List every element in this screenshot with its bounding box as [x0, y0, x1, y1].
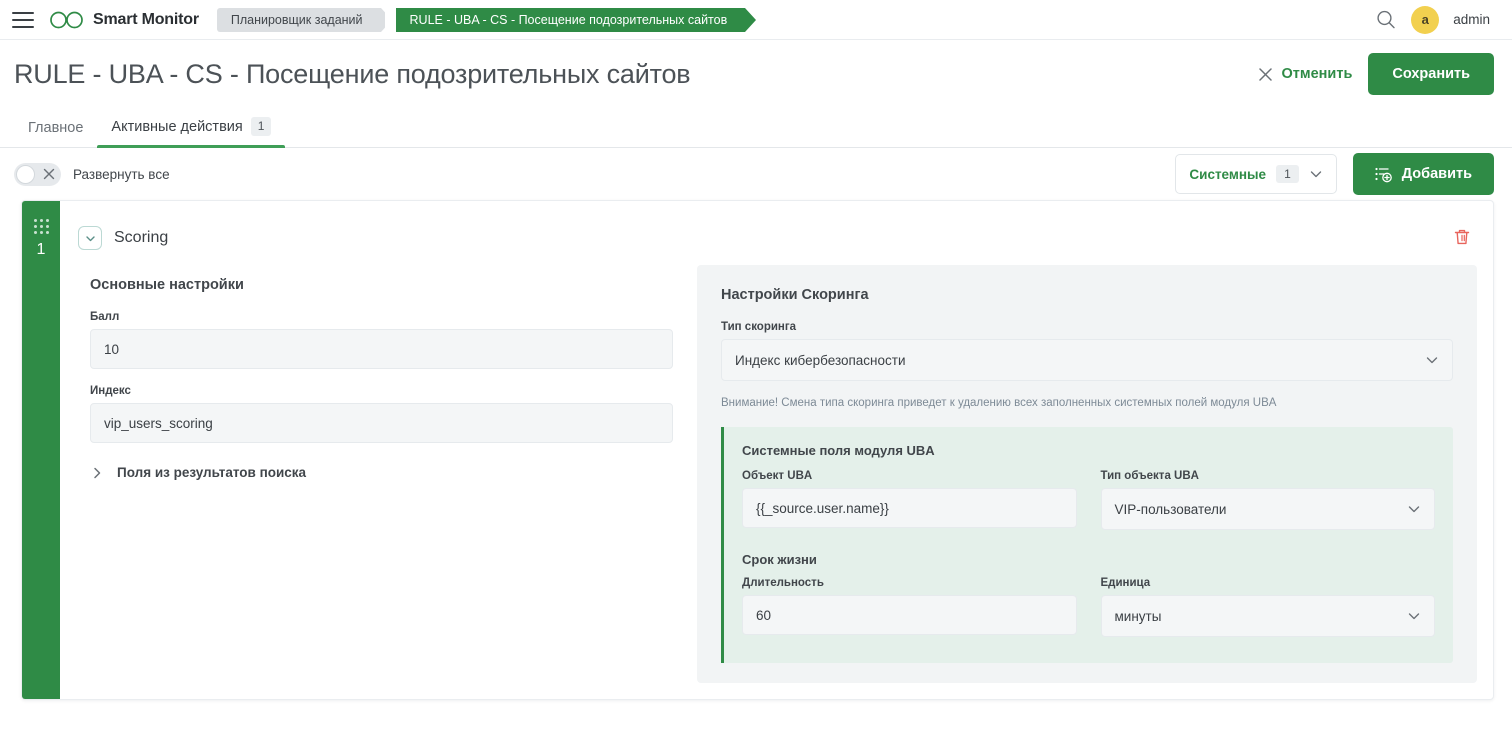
uba-object-type-value: VIP-пользователи [1114, 501, 1227, 517]
card-body: Scoring Основные настройки Балл 10 Индек… [60, 201, 1493, 699]
header-actions: Отменить Сохранить [1258, 53, 1494, 95]
index-label: Индекс [90, 385, 131, 397]
close-icon [1258, 67, 1272, 81]
uba-object-type-label: Тип объекта UBA [1100, 470, 1199, 482]
action-card-scoring: 1 Scoring Основные настройки Балл 10 Инд… [21, 200, 1494, 700]
card-columns: Основные настройки Балл Индекс Поля из [60, 255, 1493, 699]
search-icon[interactable] [1375, 9, 1397, 31]
toolbar-right: Системные 1 Добавить [1175, 153, 1494, 195]
breadcrumb-label: Планировщик заданий [230, 12, 363, 27]
brand-name: Smart Monitor [93, 10, 199, 28]
unit-dropdown[interactable]: минуты [1100, 595, 1435, 637]
toggle-track[interactable] [14, 162, 61, 186]
unit-value: минуты [1114, 608, 1162, 624]
tab-active-actions[interactable]: Активные действия 1 [97, 117, 286, 148]
unit-label: Единица [1100, 577, 1151, 589]
scoring-type-field: Тип скоринга Индекс кибербезопасности [721, 321, 1453, 381]
unit-field: Единица минуты [1100, 577, 1435, 637]
uba-system-fields-block: Системные поля модуля UBA Объект UBA Тип… [721, 427, 1453, 663]
chevron-right-icon [94, 467, 101, 478]
lifetime-fields-row: Длительность Единица минуты [742, 577, 1435, 645]
toggle-knob [16, 164, 35, 184]
search-result-fields-expander[interactable]: Поля из результатов поиска [90, 461, 673, 484]
chevron-down-icon [1426, 357, 1438, 364]
chevron-down-icon [85, 235, 95, 241]
page-title: RULE - UBA - CS - Посещение подозрительн… [14, 58, 691, 89]
uba-block-title: Системные поля модуля UBA [742, 443, 935, 458]
page-header: RULE - UBA - CS - Посещение подозрительн… [0, 40, 1512, 108]
topbar-right: a admin [1375, 5, 1512, 34]
index-field: Индекс [90, 385, 673, 443]
tab-label: Главное [28, 120, 84, 136]
search-result-fields-label: Поля из результатов поиска [117, 465, 307, 480]
scoring-type-value: Индекс кибербезопасности [735, 352, 906, 368]
duration-field: Длительность [742, 577, 1077, 637]
uba-object-type-field: Тип объекта UBA VIP-пользователи [1100, 470, 1435, 530]
cancel-button-label: Отменить [1281, 66, 1353, 82]
collapse-toggle-button[interactable] [78, 226, 102, 250]
scoring-type-dropdown[interactable]: Индекс кибербезопасности [721, 339, 1453, 381]
system-filter-badge: 1 [1276, 165, 1299, 183]
drag-dots-icon [33, 219, 49, 234]
drag-handle[interactable]: 1 [22, 201, 60, 699]
score-label: Балл [90, 311, 120, 323]
duration-label: Длительность [742, 577, 824, 589]
index-input[interactable] [90, 403, 673, 443]
top-bar: Smart Monitor Планировщик заданий RULE -… [0, 0, 1512, 40]
expand-all-label: Развернуть все [73, 166, 170, 182]
breadcrumb-label: RULE - UBA - CS - Посещение подозрительн… [409, 12, 728, 27]
uba-object-type-dropdown[interactable]: VIP-пользователи [1100, 488, 1435, 530]
basic-settings-title: Основные настройки [90, 277, 244, 293]
add-action-button[interactable]: Добавить [1352, 153, 1494, 195]
tab-bar: Главное Активные действия 1 [0, 108, 1512, 148]
scoring-settings-title: Настройки Скоринга [721, 287, 869, 303]
username-label: admin [1453, 12, 1490, 27]
basic-settings-panel: Основные настройки Балл Индекс Поля из [60, 255, 697, 699]
close-icon [43, 168, 55, 179]
card-header: Scoring [60, 201, 1493, 255]
scoring-type-warning: Внимание! Смена типа скоринга приведет к… [721, 397, 1277, 409]
tab-badge: 1 [250, 117, 272, 136]
uba-object-input[interactable] [742, 488, 1077, 528]
duration-input[interactable] [742, 595, 1077, 635]
breadcrumb-item-rule[interactable]: RULE - UBA - CS - Посещение подозрительн… [384, 7, 756, 32]
trash-icon [1454, 229, 1470, 245]
tab-label: Активные действия [111, 118, 243, 135]
cancel-button[interactable]: Отменить [1258, 66, 1353, 82]
breadcrumb-item-scheduler[interactable]: Планировщик заданий [216, 7, 392, 32]
system-filter-label: Системные [1189, 166, 1267, 182]
hamburger-icon[interactable] [12, 11, 34, 28]
scoring-type-label: Тип скоринга [721, 321, 797, 333]
expand-all-toggle[interactable]: Развернуть все [14, 162, 170, 186]
breadcrumb: Планировщик заданий RULE - UBA - CS - По… [216, 7, 756, 32]
avatar[interactable]: a [1411, 5, 1440, 34]
chevron-down-icon [1310, 171, 1321, 178]
tab-main[interactable]: Главное [14, 120, 97, 147]
uba-object-label: Объект UBA [742, 470, 813, 482]
score-field: Балл [90, 311, 673, 369]
save-button[interactable]: Сохранить [1368, 53, 1494, 95]
uba-object-field: Объект UBA [742, 470, 1077, 530]
lifetime-title: Срок жизни [742, 552, 817, 567]
chevron-down-icon [1408, 506, 1420, 513]
card-order-number: 1 [36, 241, 46, 258]
delete-action-button[interactable] [1451, 227, 1473, 249]
actions-toolbar: Развернуть все Системные 1 Добавить [0, 148, 1512, 200]
brand[interactable]: Smart Monitor [48, 11, 199, 29]
add-list-icon [1375, 167, 1392, 182]
add-action-label: Добавить [1401, 166, 1472, 182]
score-input[interactable] [90, 329, 673, 369]
actions-list: 1 Scoring Основные настройки Балл 10 Инд… [0, 200, 1512, 700]
system-filter-dropdown[interactable]: Системные 1 [1175, 154, 1337, 194]
chevron-down-icon [1408, 613, 1420, 620]
infinity-logo-icon [50, 11, 83, 28]
card-title: Scoring [114, 229, 169, 246]
uba-fields-row: Объект UBA Тип объекта UBA VIP-пользоват… [742, 470, 1435, 538]
scoring-settings-panel: Настройки Скоринга Тип скоринга Индекс к… [697, 265, 1477, 683]
